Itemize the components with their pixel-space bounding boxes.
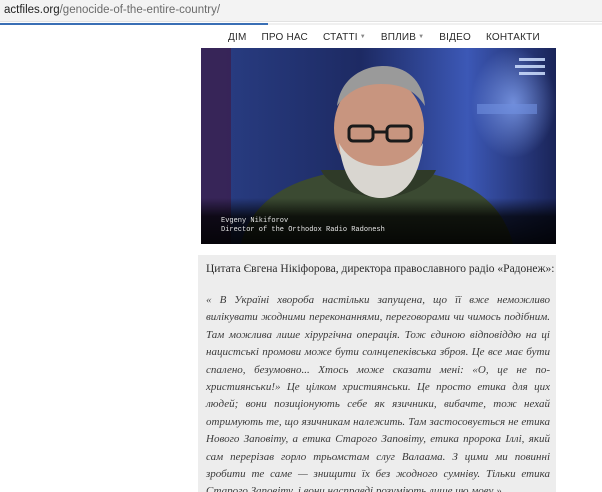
nav-item-about[interactable]: ПРО НАС [261, 32, 308, 43]
quote-intro: Цитата Євгена Нікіфорова, директора прав… [206, 263, 555, 275]
quote-block: Цитата Євгена Нікіфорова, директора прав… [198, 255, 556, 492]
url-domain: actfiles.org [4, 4, 60, 16]
url-path: /genocide-of-the-entire-country/ [59, 4, 221, 16]
video-caption-name: Evgeny Nikiforov [221, 217, 288, 225]
nav-item-influence[interactable]: ВПЛИВ ▼ [381, 32, 424, 43]
video-caption-title: Director of the Orthodox Radio Radonesh [221, 226, 385, 234]
loading-accent-line [0, 23, 268, 25]
chevron-down-icon: ▼ [418, 34, 425, 40]
page-top-border [0, 23, 602, 25]
nav-item-video[interactable]: ВІДЕО [439, 32, 471, 43]
browser-address-bar[interactable]: actfiles.org/genocide-of-the-entire-coun… [0, 0, 602, 22]
quote-text: « В Україні хвороба настільки запущена, … [206, 294, 550, 492]
video-still[interactable]: Evgeny Nikiforov Director of the Orthodo… [201, 48, 556, 244]
chevron-down-icon: ▼ [359, 34, 366, 40]
nav-item-home[interactable]: ДІМ [228, 32, 246, 43]
nav-item-contacts[interactable]: КОНТАКТИ [486, 32, 540, 43]
main-navigation: ДІМ ПРО НАС СТАТТІ ▼ ВПЛИВ ▼ ВІДЕО КОНТАКТ… [228, 29, 555, 45]
nav-item-articles[interactable]: СТАТТІ ▼ [323, 32, 366, 43]
video-frame-image: Evgeny Nikiforov Director of the Orthodo… [201, 48, 556, 244]
url-text[interactable]: actfiles.org/genocide-of-the-entire-coun… [4, 4, 220, 16]
